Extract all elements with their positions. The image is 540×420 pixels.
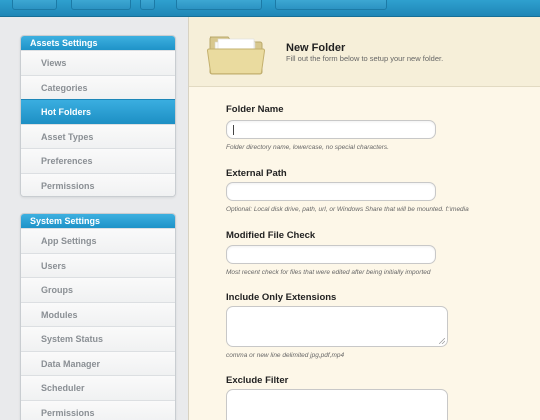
sidebar-item-views[interactable]: Views xyxy=(21,50,175,75)
toolbar-button-3[interactable] xyxy=(140,0,155,10)
sidebar-item-groups[interactable]: Groups xyxy=(21,277,175,302)
assets-settings-panel: Assets Settings Views Categories Hot Fol… xyxy=(20,35,176,197)
sidebar: Assets Settings Views Categories Hot Fol… xyxy=(0,17,188,420)
external-path-input[interactable] xyxy=(226,182,436,201)
sidebar-item-users[interactable]: Users xyxy=(21,252,175,277)
sidebar-item-modules[interactable]: Modules xyxy=(21,301,175,326)
folder-icon xyxy=(206,36,266,75)
system-settings-header: System Settings xyxy=(21,214,175,228)
page-title: New Folder xyxy=(286,42,346,54)
exclude-filter-label: Exclude Filter xyxy=(226,375,289,386)
sidebar-item-system-status[interactable]: System Status xyxy=(21,326,175,351)
include-only-extensions-help: comma or new line delimited jpg,pdf,mp4 xyxy=(226,352,345,359)
main-content: New Folder Fill out the form below to se… xyxy=(188,17,540,420)
folder-name-input[interactable] xyxy=(226,120,436,139)
toolbar-button-2[interactable] xyxy=(71,0,131,10)
sidebar-item-scheduler[interactable]: Scheduler xyxy=(21,375,175,400)
external-path-label: External Path xyxy=(226,168,287,179)
include-only-extensions-textarea[interactable] xyxy=(226,306,448,347)
system-settings-panel: System Settings App Settings Users Group… xyxy=(20,213,176,420)
modified-file-check-label: Modified File Check xyxy=(226,230,316,241)
modified-file-check-input[interactable] xyxy=(226,245,436,264)
sidebar-item-permissions[interactable]: Permissions xyxy=(21,172,175,196)
sidebar-item-categories[interactable]: Categories xyxy=(21,74,175,99)
modified-file-check-help: Most recent check for files that were ed… xyxy=(226,269,431,276)
page-header: New Folder Fill out the form below to se… xyxy=(189,17,540,87)
sidebar-item-preferences[interactable]: Preferences xyxy=(21,148,175,173)
sidebar-item-asset-types[interactable]: Asset Types xyxy=(21,123,175,148)
folder-name-help: Folder directory name, lowercase, no spe… xyxy=(226,144,389,151)
sidebar-item-app-settings[interactable]: App Settings xyxy=(21,228,175,253)
exclude-filter-textarea[interactable] xyxy=(226,389,448,420)
toolbar-button-5[interactable] xyxy=(275,0,387,10)
top-toolbar xyxy=(0,0,540,17)
resize-grip-icon[interactable] xyxy=(439,338,445,344)
assets-settings-header: Assets Settings xyxy=(21,36,175,50)
toolbar-button-1[interactable] xyxy=(12,0,57,10)
sidebar-item-hot-folders[interactable]: Hot Folders xyxy=(21,99,175,124)
sidebar-item-data-manager[interactable]: Data Manager xyxy=(21,350,175,375)
text-caret xyxy=(233,125,234,135)
include-only-extensions-label: Include Only Extensions xyxy=(226,292,337,303)
sidebar-item-system-permissions[interactable]: Permissions xyxy=(21,399,175,420)
external-path-help: Optional: Local disk drive, path, url, o… xyxy=(226,206,469,213)
page-subtitle: Fill out the form below to setup your ne… xyxy=(286,54,444,63)
folder-name-label: Folder Name xyxy=(226,104,284,115)
toolbar-button-4[interactable] xyxy=(176,0,262,10)
